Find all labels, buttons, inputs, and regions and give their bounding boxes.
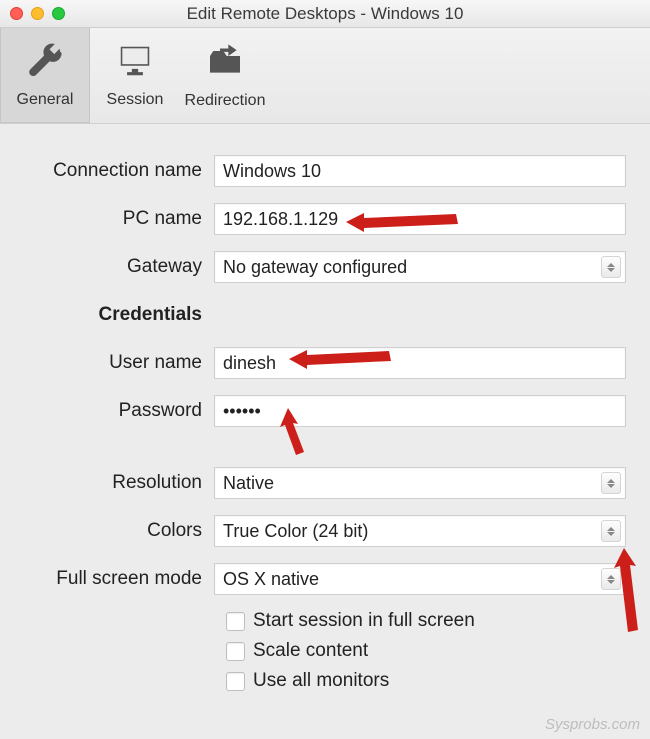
label-resolution: Resolution [24, 472, 214, 494]
wrench-icon [26, 42, 64, 85]
colors-value: True Color (24 bit) [223, 521, 368, 542]
updown-icon [601, 256, 621, 278]
folder-redirect-icon [205, 41, 245, 86]
password-input[interactable] [214, 395, 626, 427]
watermark: Sysprobs.com [545, 716, 640, 733]
window-title: Edit Remote Desktops - Windows 10 [10, 4, 640, 24]
updown-icon [601, 472, 621, 494]
full-screen-mode-select[interactable]: OS X native [214, 563, 626, 595]
close-window-button[interactable] [10, 7, 23, 20]
gateway-select[interactable]: No gateway configured [214, 251, 626, 283]
colors-select[interactable]: True Color (24 bit) [214, 515, 626, 547]
tab-session-label: Session [107, 91, 164, 109]
label-full-screen-mode: Full screen mode [24, 568, 214, 590]
label-password: Password [24, 400, 214, 422]
label-scale-content: Scale content [253, 640, 368, 662]
label-user-name: User name [24, 352, 214, 374]
connection-name-input[interactable] [214, 155, 626, 187]
monitor-icon [116, 42, 154, 85]
label-pc-name: PC name [24, 208, 214, 230]
label-connection-name: Connection name [24, 160, 214, 182]
titlebar: Edit Remote Desktops - Windows 10 [0, 0, 650, 28]
resolution-value: Native [223, 473, 274, 494]
tab-general[interactable]: General [0, 28, 90, 123]
resolution-select[interactable]: Native [214, 467, 626, 499]
tab-general-label: General [17, 91, 74, 109]
tab-redirection[interactable]: Redirection [180, 28, 270, 123]
minimize-window-button[interactable] [31, 7, 44, 20]
tab-redirection-label: Redirection [185, 92, 266, 110]
label-use-all-monitors: Use all monitors [253, 670, 389, 692]
checkbox-use-all-monitors[interactable] [226, 672, 245, 691]
label-colors: Colors [24, 520, 214, 542]
checkbox-scale-content[interactable] [226, 642, 245, 661]
updown-icon [601, 568, 621, 590]
tab-session[interactable]: Session [90, 28, 180, 123]
traffic-lights [10, 7, 65, 20]
pc-name-input[interactable] [214, 203, 626, 235]
toolbar: General Session Redirection [0, 28, 650, 124]
checkbox-start-full-screen[interactable] [226, 612, 245, 631]
label-credentials: Credentials [24, 304, 214, 326]
updown-icon [601, 520, 621, 542]
label-gateway: Gateway [24, 256, 214, 278]
form-panel: Connection name PC name Gateway No gatew… [0, 124, 650, 710]
full-screen-mode-value: OS X native [223, 569, 319, 590]
user-name-input[interactable] [214, 347, 626, 379]
zoom-window-button[interactable] [52, 7, 65, 20]
gateway-value: No gateway configured [223, 257, 407, 278]
label-start-full-screen: Start session in full screen [253, 610, 475, 632]
